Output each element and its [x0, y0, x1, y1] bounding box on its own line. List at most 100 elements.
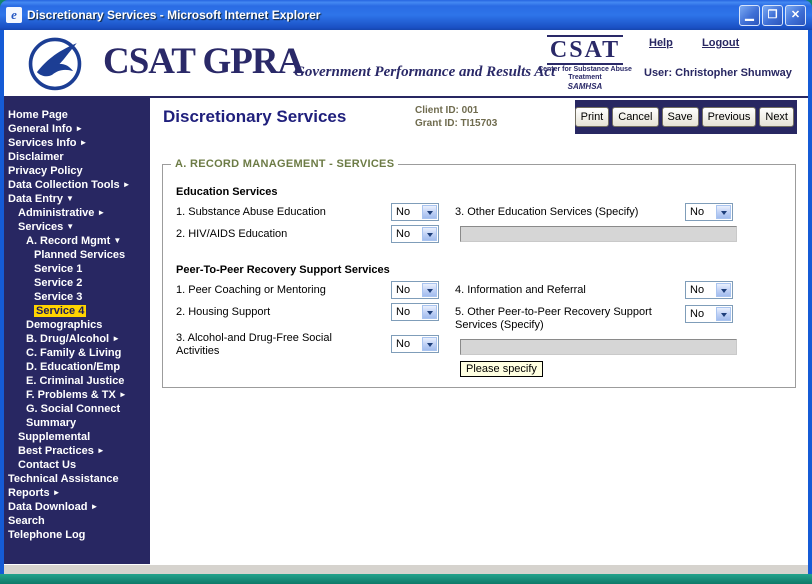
chevron-down-icon — [422, 337, 437, 351]
sidebar-item-planned-services[interactable]: Planned Services — [4, 248, 150, 262]
select-value: No — [396, 228, 410, 240]
client-grant-ids: Client ID: 001 Grant ID: TI15703 — [415, 104, 497, 130]
sidebar-item-label: Service 3 — [34, 291, 82, 303]
alcohol-drug-free-social-select[interactable]: No — [391, 335, 439, 353]
sidebar-item-home-page[interactable]: Home Page — [4, 108, 150, 122]
select-value: No — [396, 338, 410, 350]
sidebar-item-best-practices[interactable]: Best Practices► — [4, 444, 150, 458]
cancel-button[interactable]: Cancel — [612, 107, 658, 127]
sidebar-item-service-4[interactable]: Service 4 — [4, 304, 150, 318]
chevron-right-icon: ► — [112, 334, 120, 343]
sidebar-item-c-family-living[interactable]: C. Family & Living — [4, 346, 150, 360]
information-referral-select[interactable]: No — [685, 281, 733, 299]
sidebar-item-a-record-mgmt[interactable]: A. Record Mgmt▼ — [4, 234, 150, 248]
select-value: No — [396, 306, 410, 318]
housing-support-label: 2. Housing Support — [176, 306, 270, 319]
print-button[interactable]: Print — [575, 107, 610, 127]
chevron-right-icon: ► — [119, 390, 127, 399]
select-value: No — [690, 206, 704, 218]
sidebar-item-label: Home Page — [8, 109, 68, 121]
sidebar-item-contact-us[interactable]: Contact Us — [4, 458, 150, 472]
sidebar-item-service-1[interactable]: Service 1 — [4, 262, 150, 276]
chevron-down-icon — [422, 205, 437, 219]
sidebar-item-data-download[interactable]: Data Download► — [4, 500, 150, 514]
peer-coaching-select[interactable]: No — [391, 281, 439, 299]
chevron-right-icon: ► — [53, 488, 61, 497]
substance-abuse-education-select[interactable]: No — [391, 203, 439, 221]
sidebar-item-summary[interactable]: Summary — [4, 416, 150, 430]
sidebar-item-services[interactable]: Services▼ — [4, 220, 150, 234]
main-row: Home PageGeneral Info►Services Info►Disc… — [4, 98, 808, 564]
status-bar — [4, 564, 808, 574]
housing-support-select[interactable]: No — [391, 303, 439, 321]
select-value: No — [396, 284, 410, 296]
other-education-services-specify-input[interactable] — [460, 226, 737, 242]
sidebar-item-administrative[interactable]: Administrative► — [4, 206, 150, 220]
next-button[interactable]: Next — [759, 107, 794, 127]
sidebar-item-e-criminal-justice[interactable]: E. Criminal Justice — [4, 374, 150, 388]
logout-link[interactable]: Logout — [702, 37, 739, 49]
other-peer-to-peer-label: 5. Other Peer-to-Peer Recovery Support S… — [455, 306, 671, 332]
csat-logo-org: SAMHSA — [537, 82, 633, 92]
toolbar: Print Cancel Save Previous Next — [575, 100, 797, 134]
sidebar-item-b-drug-alcohol[interactable]: B. Drug/Alcohol► — [4, 332, 150, 346]
previous-button[interactable]: Previous — [702, 107, 757, 127]
record-management-services-fieldset: A. RECORD MANAGEMENT - SERVICES Educatio… — [162, 164, 796, 388]
sidebar-item-telephone-log[interactable]: Telephone Log — [4, 528, 150, 542]
content-header: Discretionary Services Client ID: 001 Gr… — [150, 98, 808, 136]
sidebar-item-label: E. Criminal Justice — [26, 375, 124, 387]
sidebar-item-label: F. Problems & TX — [26, 389, 116, 401]
sidebar-item-data-collection-tools[interactable]: Data Collection Tools► — [4, 178, 150, 192]
sidebar-item-g-social-connect[interactable]: G. Social Connect — [4, 402, 150, 416]
sidebar-item-general-info[interactable]: General Info► — [4, 122, 150, 136]
select-value: No — [396, 206, 410, 218]
hiv-aids-education-select[interactable]: No — [391, 225, 439, 243]
sidebar-item-privacy-policy[interactable]: Privacy Policy — [4, 164, 150, 178]
chevron-down-icon: ▼ — [113, 236, 121, 245]
logged-in-user: User: Christopher Shumway — [644, 67, 792, 79]
sidebar-item-label: Search — [8, 515, 45, 527]
sidebar-item-service-3[interactable]: Service 3 — [4, 290, 150, 304]
sidebar-item-label: Service 2 — [34, 277, 82, 289]
csat-logo-name: CSAT — [547, 35, 623, 65]
sidebar-item-f-problems-tx[interactable]: F. Problems & TX► — [4, 388, 150, 402]
sidebar-item-disclaimer[interactable]: Disclaimer — [4, 150, 150, 164]
sidebar-item-supplemental[interactable]: Supplemental — [4, 430, 150, 444]
chevron-right-icon: ► — [90, 502, 98, 511]
sidebar-item-label: Best Practices — [18, 445, 94, 457]
peer-coaching-label: 1. Peer Coaching or Mentoring — [176, 284, 326, 297]
sidebar-item-reports[interactable]: Reports► — [4, 486, 150, 500]
sidebar-item-demographics[interactable]: Demographics — [4, 318, 150, 332]
chevron-right-icon: ► — [75, 124, 83, 133]
select-value: No — [690, 284, 704, 296]
close-button[interactable]: ✕ — [785, 5, 806, 26]
sidebar-item-technical-assistance[interactable]: Technical Assistance — [4, 472, 150, 486]
sidebar-item-label: Privacy Policy — [8, 165, 83, 177]
minimize-button[interactable]: ▁ — [739, 5, 760, 26]
sidebar-item-search[interactable]: Search — [4, 514, 150, 528]
help-link[interactable]: Help — [649, 37, 673, 49]
sidebar-item-label: Summary — [26, 417, 76, 429]
peer-to-peer-heading: Peer-To-Peer Recovery Support Services — [176, 264, 390, 276]
sidebar-item-data-entry[interactable]: Data Entry▼ — [4, 192, 150, 206]
browser-window: e Discretionary Services - Microsoft Int… — [0, 0, 812, 584]
other-peer-to-peer-specify-input[interactable] — [460, 339, 737, 355]
chevron-down-icon — [422, 227, 437, 241]
internet-explorer-icon: e — [6, 7, 22, 23]
sidebar-item-label: D. Education/Emp — [26, 361, 120, 373]
sidebar-item-label: Service 4 — [34, 305, 86, 317]
save-button[interactable]: Save — [662, 107, 699, 127]
other-peer-to-peer-select[interactable]: No — [685, 305, 733, 323]
sidebar-item-service-2[interactable]: Service 2 — [4, 276, 150, 290]
select-value: No — [690, 308, 704, 320]
sidebar-item-label: Data Entry — [8, 193, 63, 205]
page-title: Discretionary Services — [163, 107, 346, 127]
title-bar[interactable]: e Discretionary Services - Microsoft Int… — [0, 0, 812, 30]
restore-button[interactable]: ❐ — [762, 5, 783, 26]
sidebar-item-services-info[interactable]: Services Info► — [4, 136, 150, 150]
other-education-services-select[interactable]: No — [685, 203, 733, 221]
brand-tagline: Government Performance and Results Act — [294, 64, 555, 81]
sidebar-item-d-education-emp[interactable]: D. Education/Emp — [4, 360, 150, 374]
sidebar-item-label: Technical Assistance — [8, 473, 119, 485]
window-controls: ▁ ❐ ✕ — [739, 5, 806, 26]
